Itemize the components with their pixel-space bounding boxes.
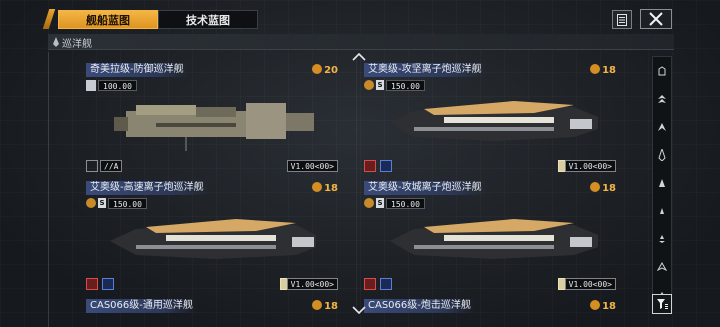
filter-icon [657,299,668,309]
s-badge-icon: S [98,198,106,208]
ship-card[interactable]: 艾奥级-攻坚离子炮巡洋舰 18 S 150.00 V1.00<00> [364,63,616,173]
ship-card[interactable]: CAS066级-通用巡洋舰 18 [86,299,338,327]
ship-cost: 18 [312,300,338,312]
ship-card[interactable]: 奇美拉级-防御巡洋舰 20 100.00 //A V1.00<00> [86,63,338,173]
price-row: S 150.00 [86,197,147,209]
cost-icon [590,64,601,74]
battleship-icon [658,123,666,131]
ship-name: CAS066级-通用巡洋舰 [86,299,197,313]
tab-ship-blueprint[interactable]: 舰船蓝图 [58,10,158,29]
cost-icon [312,300,323,310]
currency-icon [86,198,96,208]
nav-item-fighter[interactable] [653,253,671,281]
s-badge-icon: S [376,80,384,90]
frame-line [48,52,49,327]
ship-image [110,219,316,259]
card-footer: V1.00<00> [364,277,616,291]
nav-item-destroyer[interactable] [653,169,671,197]
s-badge-icon: S [376,198,384,208]
destroyer-icon [659,179,665,187]
category-bar: 巡洋舰 [48,34,674,50]
version-tag: V1.00<00> [564,160,616,172]
ship-cost: 18 [312,182,338,194]
card-footer: V1.00<00> [364,159,616,173]
header-accent [42,9,56,29]
close-button[interactable] [640,9,672,29]
price-row: S 150.00 [364,79,425,91]
ship-cost: 18 [590,64,616,76]
slot-icon [86,160,98,172]
cost-icon [590,300,601,310]
tier-tag: //A [100,160,123,172]
carrier-icon [658,95,666,103]
cost-icon [312,182,323,192]
blueprint-tabs: 舰船蓝图 技术蓝图 [58,10,258,29]
defense-icon [380,160,392,172]
tab-tech-blueprint[interactable]: 技术蓝图 [158,10,258,29]
nav-item-carrier[interactable] [653,85,671,113]
defense-icon [380,278,392,290]
corvette-icon [659,235,665,243]
ship-image [114,103,314,151]
filter-button[interactable] [652,294,672,314]
attack-icon [364,278,376,290]
ship-cost: 18 [590,300,616,312]
fighter-icon [657,262,667,272]
ship-card[interactable]: 艾奥级-攻城离子炮巡洋舰 18 S 150.00 V1.00<00> [364,181,616,291]
station-icon [658,66,666,76]
cost-icon [312,64,323,74]
price-value: 150.00 [386,197,425,209]
cost-icon [590,182,601,192]
card-footer: V1.00<00> [86,277,338,291]
price-value: 150.00 [108,197,147,209]
top-bar: 舰船蓝图 技术蓝图 [0,0,720,34]
price-row: S 150.00 [364,197,425,209]
frigate-icon [660,208,664,214]
version-tag: V1.00<00> [286,278,338,290]
ship-name: CAS066级-炮击巡洋舰 [364,299,475,313]
version-tag: V1.00<00> [564,278,616,290]
list-icon [617,13,627,26]
price-row: 100.00 [86,79,137,91]
ship-card[interactable]: CAS066级-炮击巡洋舰 18 [364,299,616,327]
nav-item-corvette[interactable] [653,225,671,253]
ship-class-nav [652,56,672,312]
ship-name: 奇美拉级-防御巡洋舰 [86,63,188,77]
nav-item-station[interactable] [653,57,671,85]
chevron-up-icon[interactable] [352,53,366,61]
defense-icon [102,278,114,290]
nav-item-battleship[interactable] [653,113,671,141]
category-label: 巡洋舰 [62,39,92,50]
ship-name: 艾奥级-攻城离子炮巡洋舰 [364,181,486,195]
ship-cost: 20 [312,64,338,76]
price-value: 100.00 [98,79,137,91]
cruiser-icon [53,37,59,47]
attack-icon [364,160,376,172]
ship-name: 艾奥级-高速离子炮巡洋舰 [86,181,208,195]
currency-icon [364,198,374,208]
chevron-down-icon[interactable] [352,306,366,314]
attack-icon [86,278,98,290]
blueprint-icon [86,79,96,91]
ship-name: 艾奥级-攻坚离子炮巡洋舰 [364,63,486,77]
cruiser-icon [658,149,666,161]
ship-card[interactable]: 艾奥级-高速离子炮巡洋舰 18 S 150.00 V1.00<00> [86,181,338,291]
ship-image [390,101,598,141]
price-value: 150.00 [386,79,425,91]
nav-item-cruiser[interactable] [653,141,671,169]
ship-cost: 18 [590,182,616,194]
nav-item-frigate[interactable] [653,197,671,225]
card-footer: //A V1.00<00> [86,159,338,173]
ship-image [390,219,598,259]
frame-line [356,58,357,308]
version-tag: V1.00<00> [286,160,338,172]
close-icon [649,12,663,26]
list-button[interactable] [612,10,632,29]
currency-icon [364,80,374,90]
